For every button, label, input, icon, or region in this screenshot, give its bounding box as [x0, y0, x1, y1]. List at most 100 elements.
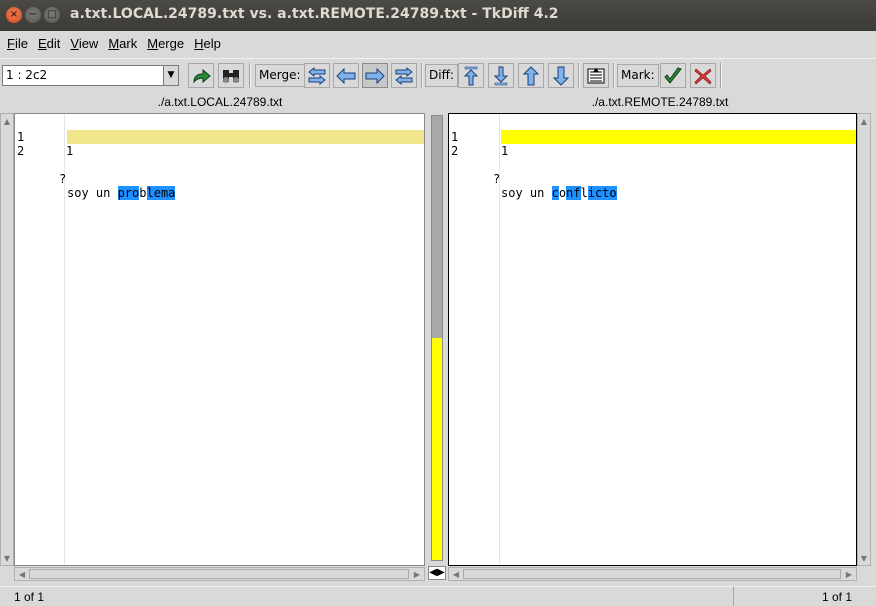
window-title: a.txt.LOCAL.24789.txt vs. a.txt.REMOTE.2… [70, 6, 559, 22]
line-number: 2 [17, 144, 25, 158]
scroll-left-icon[interactable]: ◀ [450, 568, 462, 580]
change-marker: ? [59, 172, 67, 186]
checkmark-icon [664, 66, 682, 84]
diff-map[interactable] [428, 113, 446, 565]
text-segment: o [558, 186, 567, 200]
mark-label: Mark: [617, 64, 659, 87]
menu-view[interactable]: View [65, 36, 103, 51]
diff-label: Diff: [425, 64, 458, 87]
left-diff-count: 1 of 1 [14, 590, 45, 604]
diff-line-highlight [501, 130, 856, 144]
scroll-up-icon[interactable]: ▲ [1, 115, 13, 127]
changed-text-segment: pro [117, 186, 140, 200]
line-text: soy un problema [67, 186, 176, 200]
text-segment: l [580, 186, 588, 200]
last-diff-button[interactable] [488, 63, 514, 88]
right-scroll-thumb[interactable] [463, 569, 841, 579]
merge-both-reverse-button[interactable] [391, 63, 417, 88]
center-diff-button[interactable] [583, 63, 609, 88]
arrow-right-icon [365, 67, 385, 84]
menu-mark[interactable]: Mark [103, 36, 142, 51]
toolbar-separator [720, 63, 722, 88]
arrow-down-icon [553, 66, 569, 86]
left-vertical-scrollbar[interactable]: ▲ ▼ [0, 113, 14, 566]
text-segment: soy un [67, 186, 118, 200]
maximize-window-button[interactable]: □ [44, 7, 60, 23]
last-diff-icon [493, 66, 509, 85]
left-horizontal-scrollbar[interactable]: ◀ ▶ [14, 567, 425, 581]
line-text: 1 [501, 144, 509, 158]
line-number: 2 [451, 144, 459, 158]
changed-text-segment: c [551, 186, 559, 200]
arrow-left-icon [336, 67, 356, 84]
diff-map-track [431, 115, 443, 561]
center-lines-icon [587, 67, 605, 83]
diff-select[interactable]: 1 : 2c2 ▼ [2, 65, 179, 86]
line-text: soy un conflicto [501, 186, 617, 200]
rediff-button[interactable] [188, 63, 214, 88]
right-status: 1 of 1 [735, 586, 876, 606]
minimize-window-button[interactable]: − [25, 7, 41, 23]
scroll-down-icon[interactable]: ▼ [858, 552, 870, 564]
left-line-2: 2 ? soy un problema [15, 130, 424, 200]
menu-merge[interactable]: Merge [142, 36, 189, 51]
prev-diff-button[interactable] [518, 63, 544, 88]
scroll-up-icon[interactable]: ▲ [858, 115, 870, 127]
text-segment: soy un [501, 186, 552, 200]
right-vertical-scrollbar[interactable]: ▲ ▼ [857, 113, 871, 566]
right-text-pane[interactable]: 1 1 2 ? soy un conflicto [448, 113, 857, 566]
binoculars-icon [223, 69, 239, 83]
toolbar: 1 : 2c2 ▼ Merge: Diff: Mark: [0, 58, 876, 90]
changed-text-segment: nf [566, 186, 581, 200]
left-file-name: ./a.txt.LOCAL.24789.txt [157, 95, 283, 109]
line-text: 1 [66, 144, 74, 158]
merge-right-button[interactable] [362, 63, 388, 88]
title-bar: × − □ a.txt.LOCAL.24789.txt vs. a.txt.RE… [0, 0, 876, 31]
chevron-down-icon[interactable]: ▼ [163, 66, 178, 85]
change-marker: ? [493, 172, 501, 186]
left-scroll-thumb[interactable] [29, 569, 409, 579]
left-line-1: 1 1 [15, 116, 424, 158]
toolbar-separator [249, 63, 251, 88]
toolbar-separator [578, 63, 580, 88]
red-x-icon [694, 68, 712, 84]
right-line-2: 2 ? soy un conflicto [449, 130, 856, 200]
menu-edit[interactable]: Edit [33, 36, 65, 51]
changed-text-segment: icto [587, 186, 617, 200]
toolbar-separator [421, 63, 423, 88]
find-button[interactable] [218, 63, 244, 88]
swap-arrows-reverse-icon [395, 66, 413, 85]
next-diff-button[interactable] [548, 63, 574, 88]
left-status: 1 of 1 [0, 586, 734, 606]
scroll-down-icon[interactable]: ▼ [1, 552, 13, 564]
diff-select-value: 1 : 2c2 [6, 68, 48, 82]
text-segment: b [139, 186, 147, 200]
scroll-left-icon[interactable]: ◀ [16, 568, 28, 580]
mark-set-button[interactable] [660, 63, 686, 88]
right-line-1: 1 1 [449, 116, 856, 158]
first-diff-button[interactable] [458, 63, 484, 88]
close-window-button[interactable]: × [6, 7, 22, 23]
mark-clear-button[interactable] [690, 63, 716, 88]
toolbar-separator [613, 63, 615, 88]
right-diff-count: 1 of 1 [821, 590, 852, 604]
merge-label: Merge: [255, 64, 305, 87]
menu-help[interactable]: Help [189, 36, 226, 51]
merge-left-button[interactable] [333, 63, 359, 88]
scroll-right-icon[interactable]: ▶ [411, 568, 423, 580]
redo-arrow-icon [193, 68, 211, 83]
diff-line-highlight [67, 130, 424, 144]
swap-arrows-icon [308, 66, 326, 85]
right-file-name: ./a.txt.REMOTE.24789.txt [591, 95, 729, 109]
arrow-up-icon [523, 65, 539, 85]
left-text-pane[interactable]: 1 1 2 ? soy un problema [14, 113, 425, 566]
merge-both-button[interactable] [304, 63, 330, 88]
diff-map-highlight [432, 338, 442, 560]
right-horizontal-scrollbar[interactable]: ◀ ▶ [448, 567, 857, 581]
menu-file[interactable]: File [2, 36, 33, 51]
sync-scroll-icon[interactable]: ◀▶ [428, 566, 446, 580]
menu-bar: File Edit View Mark Merge Help [0, 31, 876, 56]
changed-text-segment: lema [146, 186, 176, 200]
scroll-right-icon[interactable]: ▶ [843, 568, 855, 580]
first-diff-icon [463, 66, 479, 85]
